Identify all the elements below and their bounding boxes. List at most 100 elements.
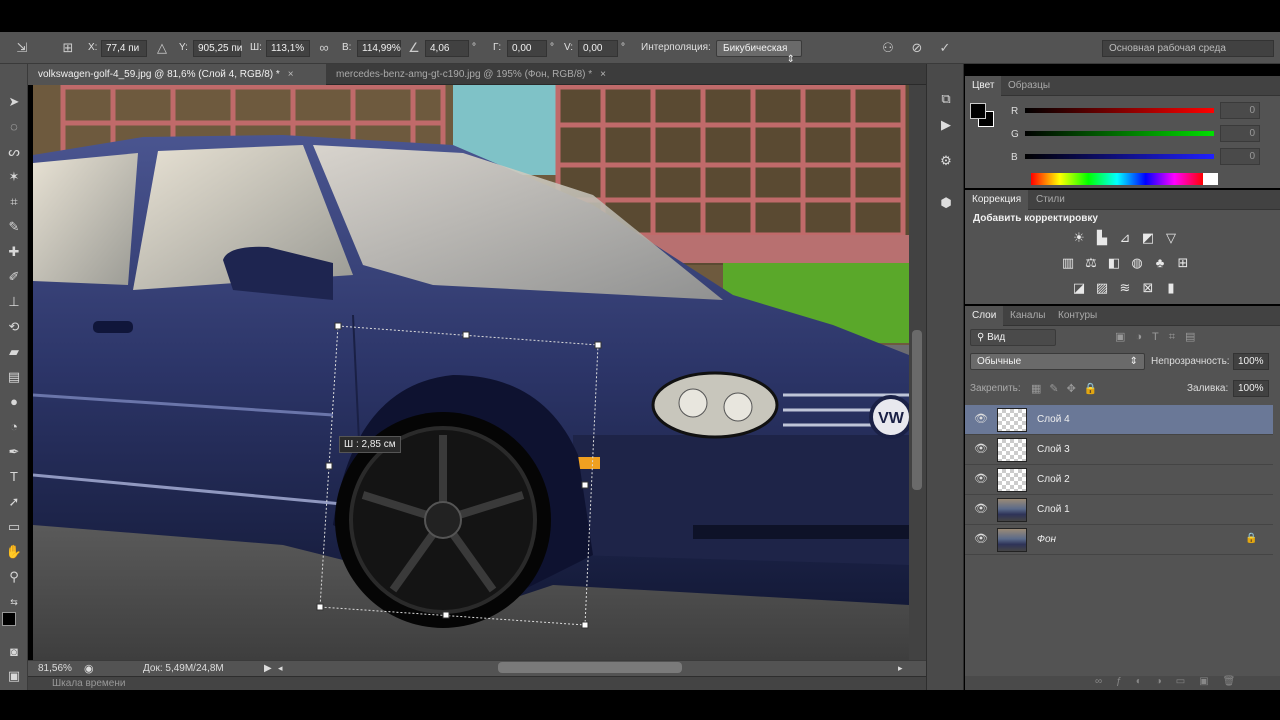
tab-channels[interactable]: Каналы — [1003, 306, 1053, 326]
workspace-select[interactable]: Основная рабочая среда — [1102, 40, 1274, 57]
pen-tool-icon[interactable]: ✒ — [4, 442, 24, 462]
tab-adjustments[interactable]: Коррекция — [965, 190, 1029, 210]
color-lookup-icon[interactable]: ⊞ — [1174, 254, 1192, 272]
r-value[interactable]: 0 — [1220, 102, 1260, 119]
layer-row-3[interactable]: 👁 Слой 3 — [965, 435, 1273, 465]
vskew-field[interactable]: 0,00 — [578, 40, 618, 57]
eye-icon[interactable]: 👁 — [974, 532, 988, 546]
w-field[interactable]: 113,1% — [266, 40, 310, 57]
stamp-tool-icon[interactable]: ⊥ — [4, 292, 24, 312]
angle-field[interactable]: 4,06 — [425, 40, 469, 57]
opacity-field[interactable]: 100% — [1233, 353, 1269, 370]
layer-filter-select[interactable]: ⚲ Вид — [970, 329, 1056, 346]
move-tool-icon[interactable]: ➤ — [4, 92, 24, 112]
dodge-tool-icon[interactable]: ◔ — [4, 417, 24, 437]
scroll-right-icon[interactable]: ▸ — [898, 663, 903, 674]
tab-volkswagen[interactable]: volkswagen-golf-4_59.jpg @ 81,6% (Слой 4… — [28, 64, 326, 85]
layer-row-background[interactable]: 👁 Фон 🔒 — [965, 525, 1273, 555]
quick-mask-icon[interactable]: ◙ — [4, 642, 24, 662]
foreground-color-swatch[interactable] — [2, 612, 16, 626]
eye-icon[interactable]: 👁 — [974, 412, 988, 426]
history-brush-icon[interactable]: ⟲ — [4, 317, 24, 337]
brightness-icon[interactable]: ☀ — [1070, 229, 1088, 247]
vibrance-icon[interactable]: ▽ — [1162, 229, 1180, 247]
tab-mercedes[interactable]: mercedes-benz-amg-gt-c190.jpg @ 195% (Фо… — [326, 64, 636, 85]
play-icon[interactable]: ▶ — [264, 663, 272, 674]
marquee-tool-icon[interactable]: ◌ — [4, 117, 24, 137]
layer-row-4[interactable]: 👁 Слой 4 — [965, 405, 1273, 435]
threshold-icon[interactable]: ≋ — [1116, 279, 1134, 297]
gradient-tool-icon[interactable]: ▤ — [4, 367, 24, 387]
magic-wand-icon[interactable]: ✶ — [4, 167, 24, 187]
levels-icon[interactable]: ▙ — [1093, 229, 1111, 247]
zoom-level[interactable]: 81,56% — [38, 663, 72, 674]
black-white-icon[interactable]: ◧ — [1105, 254, 1123, 272]
fg-color-swatch[interactable] — [970, 103, 986, 119]
fill-field[interactable]: 100% — [1233, 380, 1269, 397]
hsl-icon[interactable]: ▥ — [1059, 254, 1077, 272]
hskew-field[interactable]: 0,00 — [507, 40, 547, 57]
3d-cube-icon[interactable]: ⬢ — [937, 194, 955, 212]
hand-tool-icon[interactable]: ✋ — [4, 542, 24, 562]
eraser-tool-icon[interactable]: ▰ — [4, 342, 24, 362]
history-icon[interactable]: ⧉ — [937, 90, 955, 108]
tab-styles[interactable]: Стили — [1029, 190, 1072, 210]
invert-icon[interactable]: ◪ — [1070, 279, 1088, 297]
interpolation-select[interactable]: Бикубическая ⇕ — [716, 40, 802, 65]
slider-b[interactable]: B 0 — [965, 148, 1280, 170]
tab-paths[interactable]: Контуры — [1051, 306, 1104, 326]
transform-tool-icon[interactable]: ⇲ — [14, 40, 30, 56]
brush-tool-icon[interactable]: ✐ — [4, 267, 24, 287]
shape-tool-icon[interactable]: ▭ — [4, 517, 24, 537]
healing-brush-icon[interactable]: ✚ — [4, 242, 24, 262]
eyedropper-tool-icon[interactable]: ✎ — [4, 217, 24, 237]
tab-swatches[interactable]: Образцы — [1001, 76, 1057, 96]
zoom-tool-icon[interactable]: ⚲ — [4, 567, 24, 587]
b-value[interactable]: 0 — [1220, 148, 1260, 165]
eye-icon[interactable]: 👁 — [974, 472, 988, 486]
x-field[interactable]: 77,4 пи — [101, 40, 147, 57]
blend-mode-select[interactable]: Обычные ⇕ — [970, 353, 1145, 370]
horizontal-scroll-thumb[interactable] — [498, 662, 682, 673]
actions-play-icon[interactable]: ▶ — [937, 116, 955, 134]
screen-mode-icon[interactable]: ▣ — [4, 666, 24, 686]
layer-row-1[interactable]: 👁 Слой 1 — [965, 495, 1273, 525]
crop-tool-icon[interactable]: ⌗ — [4, 192, 24, 212]
warp-icon[interactable]: ⚇ — [880, 40, 896, 56]
swap-colors-icon[interactable]: ⇆ — [4, 592, 24, 612]
blur-tool-icon[interactable]: ● — [4, 392, 24, 412]
tool-presets-icon[interactable]: ⚙ — [937, 152, 955, 170]
color-balance-icon[interactable]: ⚖ — [1082, 254, 1100, 272]
curves-icon[interactable]: ⊿ — [1116, 229, 1134, 247]
lasso-tool-icon[interactable]: ᔕ — [4, 142, 24, 162]
eye-icon[interactable]: 👁 — [974, 502, 988, 516]
type-tool-icon[interactable]: T — [4, 467, 24, 487]
slider-g[interactable]: G 0 — [965, 125, 1280, 147]
lock-icons[interactable]: ▦✎✥🔒 — [1031, 382, 1106, 395]
eye-icon[interactable]: 👁 — [974, 442, 988, 456]
exposure-icon[interactable]: ◩ — [1139, 229, 1157, 247]
close-icon[interactable]: × — [600, 69, 606, 80]
document-canvas[interactable]: VW Ш : 2,85 см — [33, 85, 909, 660]
r-track[interactable] — [1025, 108, 1214, 113]
info-icon[interactable]: ◉ — [84, 662, 94, 675]
channel-mixer-icon[interactable]: ♣ — [1151, 254, 1169, 272]
gradient-map-icon[interactable]: ▮ — [1162, 279, 1180, 297]
path-select-icon[interactable]: ➚ — [4, 492, 24, 512]
timeline-panel[interactable]: Шкала времени — [28, 676, 926, 690]
layer-row-2[interactable]: 👁 Слой 2 — [965, 465, 1273, 495]
tab-layers[interactable]: Слои — [965, 306, 1004, 326]
filter-type-icons[interactable]: ▣◑T⌗▤ — [1115, 330, 1205, 344]
photo-filter-icon[interactable]: ◍ — [1128, 254, 1146, 272]
selective-color-icon[interactable]: ⊠ — [1139, 279, 1157, 297]
g-value[interactable]: 0 — [1220, 125, 1260, 142]
h-field[interactable]: 114,99% — [357, 40, 401, 57]
b-track[interactable] — [1025, 154, 1214, 159]
y-field[interactable]: 905,25 пи — [193, 40, 242, 57]
g-track[interactable] — [1025, 131, 1214, 136]
close-icon[interactable]: × — [288, 69, 294, 80]
reference-point-icon[interactable]: ⊞ — [60, 40, 76, 56]
layer-footer-icons[interactable]: ∞ƒ◐◑▭▣🗑 — [1095, 676, 1249, 687]
tab-color[interactable]: Цвет — [965, 76, 1002, 96]
posterize-icon[interactable]: ▨ — [1093, 279, 1111, 297]
